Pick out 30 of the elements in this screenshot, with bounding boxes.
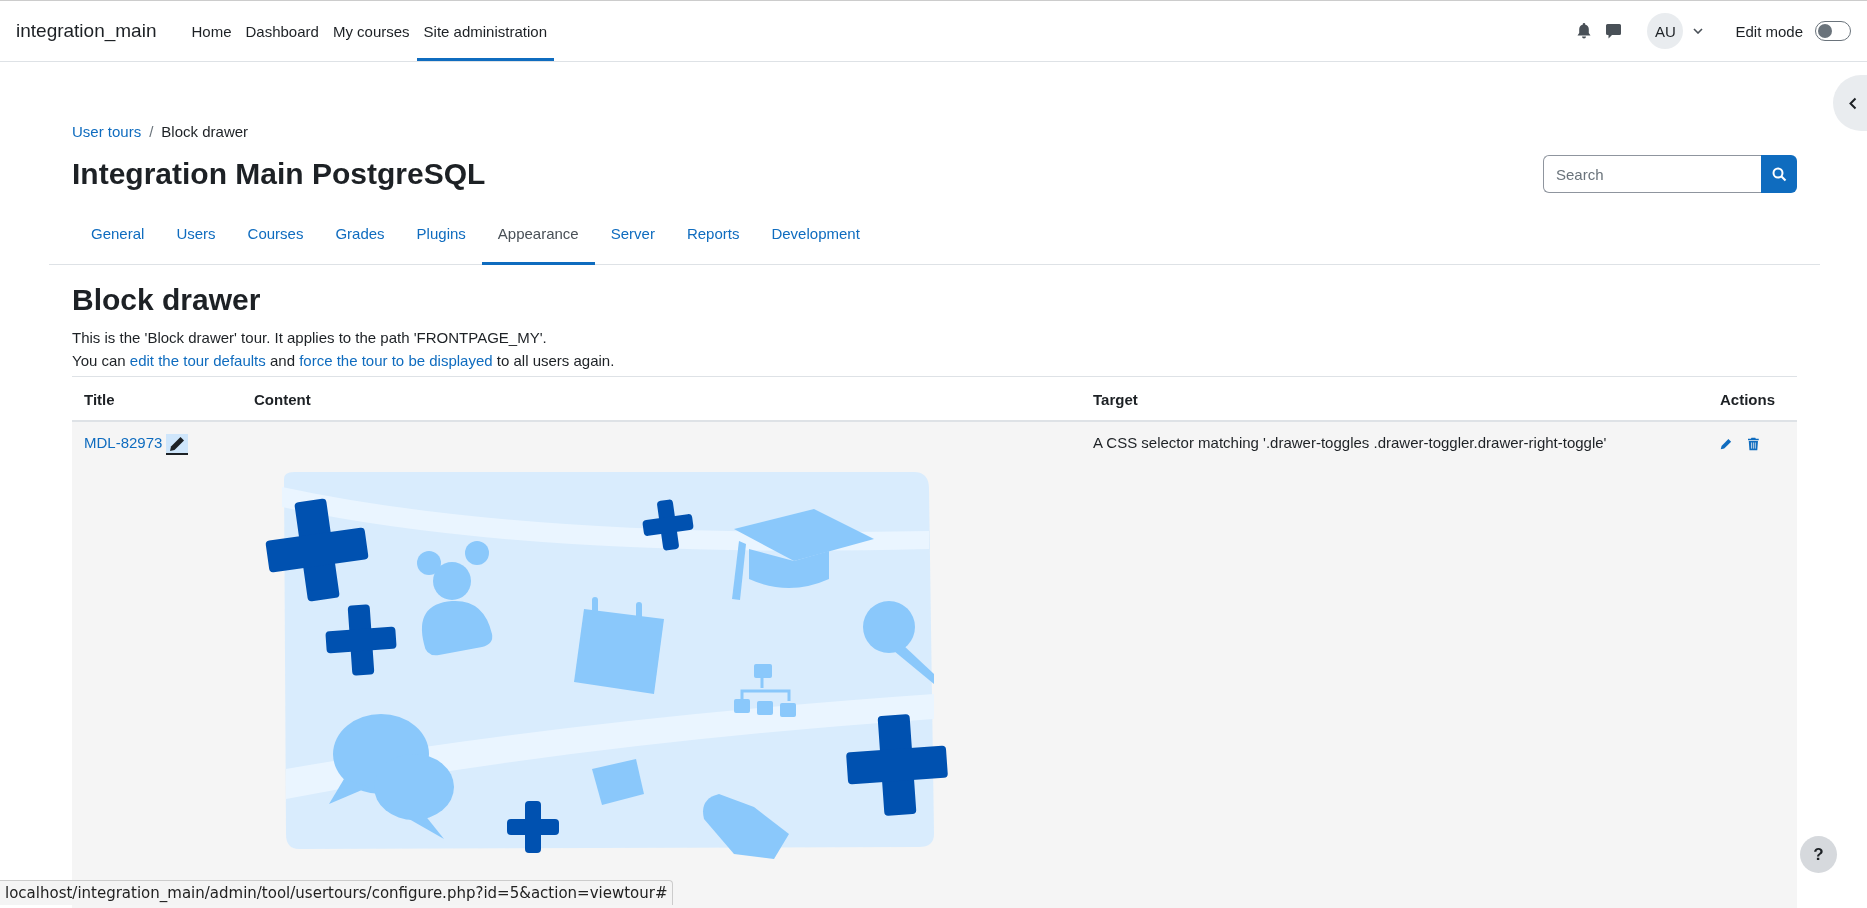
site-name[interactable]: integration_main — [16, 20, 157, 42]
table-cell: A CSS selector matching '.drawer-toggles .drawer-toggler.drawer-right-toggle' — [1081, 421, 1708, 908]
help-button[interactable]: ? — [1800, 836, 1837, 873]
admin-tab[interactable]: Courses — [231, 204, 320, 265]
edit-defaults-link[interactable]: edit the tour defaults — [129, 352, 266, 369]
breadcrumb-current: Block drawer — [161, 122, 249, 140]
breadcrumb-separator: / — [149, 122, 154, 140]
search-field[interactable]: Search — [1543, 155, 1761, 193]
admin-tab[interactable]: Grades — [319, 204, 401, 265]
admin-tab[interactable]: General — [75, 204, 161, 265]
admin-tab[interactable]: Users — [160, 204, 232, 265]
admin-tab[interactable]: Server — [594, 204, 671, 265]
nav-link[interactable]: Site administration — [416, 1, 554, 61]
nav-link[interactable]: Dashboard — [238, 1, 326, 61]
site-title: Integration Main PostgreSQL — [72, 157, 486, 191]
tour-description: This is the 'Block drawer' tour. It applies to the path 'FRONTPAGE_MY'. — [72, 328, 548, 348]
user-avatar[interactable]: AU — [1647, 13, 1684, 49]
admin-tab[interactable]: Development — [755, 204, 876, 265]
force-display-link[interactable]: force the tour to be displayed — [299, 352, 493, 369]
tour-actions-sentence: You can edit the tour defaults and force the tour to be displayed to all users again. — [72, 351, 616, 371]
admin-tab[interactable]: Plugins — [400, 204, 482, 265]
nav-link[interactable]: Home — [184, 1, 239, 61]
step-title-link[interactable]: MDL-82973 — [84, 434, 163, 452]
breadcrumb-link[interactable]: User tours — [72, 122, 142, 140]
tour-heading: Block drawer — [72, 283, 262, 317]
nav-link[interactable]: My courses — [325, 1, 417, 61]
edit-mode-label: Edit mode — [1735, 22, 1803, 40]
admin-tab[interactable]: Appearance — [481, 204, 595, 265]
status-url-tooltip: localhost/integration_main/admin/tool/usertours/configure.php?id=5&action=viewtour# — [0, 880, 674, 905]
admin-tab[interactable]: Reports — [670, 204, 756, 265]
